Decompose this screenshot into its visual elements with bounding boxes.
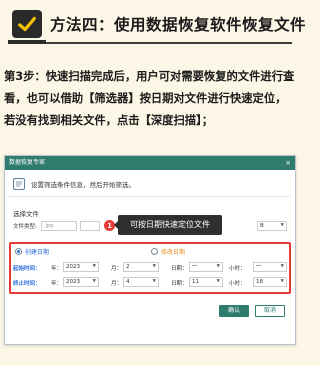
- start-year-select[interactable]: 2023 ▼: [63, 262, 99, 272]
- end-month-select[interactable]: 4 ▼: [123, 277, 159, 287]
- file-type-row: 文件类型: .jpg 最小: [13, 221, 116, 231]
- start-hour-select[interactable]: 一 ▼: [253, 262, 287, 272]
- article-header: 方法四：使用数据恢复软件恢复文件: [0, 0, 306, 52]
- start-day-select[interactable]: 一 ▼: [189, 262, 223, 272]
- end-time-row: 终止时间： 年： 2023 ▼ 月： 4 ▼ 日期： 11 ▼ 小时： 18 ▼: [13, 277, 289, 288]
- chevron-down-icon: ▼: [92, 264, 96, 269]
- date-type-radios: 创建日期 修改日期: [11, 246, 289, 258]
- end-year-select[interactable]: 2023 ▼: [63, 277, 99, 287]
- file-type-extra-input[interactable]: [79, 221, 100, 231]
- info-text: 设置筛选条件信息，然后开始筛选。: [31, 181, 135, 189]
- radio-created-date[interactable]: 创建日期: [15, 247, 49, 256]
- check-icon: [18, 16, 36, 32]
- confirm-button[interactable]: 确认: [219, 305, 249, 317]
- check-badge: [12, 10, 42, 38]
- start-month-unit: 月：: [111, 266, 123, 272]
- radio-dot-selected[interactable]: [15, 248, 22, 255]
- end-hour-unit: 小时：: [229, 281, 246, 287]
- start-year-value: 2023: [66, 264, 80, 270]
- end-year-value: 2023: [66, 279, 80, 285]
- radio-modified-label: 修改日期: [161, 249, 186, 256]
- filter-dialog: 数据恢复专家 × 设置筛选条件信息，然后开始筛选。 选择文件 文件类型: .jp…: [4, 155, 296, 345]
- end-day-value: 11: [192, 279, 199, 285]
- info-row: 设置筛选条件信息，然后开始筛选。: [13, 178, 135, 190]
- start-time-row: 起始时间： 年： 2023 ▼ 月： 2 ▼ 日期： 一 ▼ 小时： 一 ▼: [13, 262, 289, 273]
- end-day-unit: 日期：: [171, 281, 188, 287]
- chevron-down-icon: ▼: [280, 279, 284, 284]
- start-time-label: 起始时间：: [13, 266, 41, 272]
- end-month-unit: 月：: [111, 281, 123, 287]
- divider: [9, 196, 291, 197]
- chevron-down-icon: ▼: [280, 264, 284, 269]
- file-type-input[interactable]: .jpg: [40, 221, 77, 231]
- start-day-value: 一: [192, 264, 198, 270]
- chevron-down-icon: ▼: [92, 279, 96, 284]
- step-instructions: 第3步：快速扫描完成后，用户可对需要恢复的文件进行查看，也可以借助【筛选器】按日…: [4, 70, 295, 127]
- page-title: 方法四：使用数据恢复软件恢复文件: [50, 16, 307, 34]
- cancel-button[interactable]: 取消: [255, 305, 285, 317]
- start-day-unit: 日期：: [171, 266, 188, 272]
- start-month-value: 2: [126, 264, 130, 270]
- size-unit-value: B: [260, 223, 264, 229]
- filter-info-icon: [13, 178, 25, 190]
- title-divider-accent: [8, 40, 46, 44]
- file-type-label: 文件类型:: [13, 224, 37, 230]
- start-year-unit: 年：: [51, 266, 63, 272]
- radio-dot-unselected[interactable]: [151, 248, 158, 255]
- chevron-down-icon: ▼: [280, 223, 284, 228]
- radio-created-label: 创建日期: [25, 249, 50, 256]
- end-year-unit: 年：: [51, 281, 63, 287]
- date-filter-tooltip: 可按日期快速定位文件: [114, 215, 222, 235]
- end-time-label: 终止时间：: [13, 281, 41, 287]
- end-day-select[interactable]: 11 ▼: [189, 277, 223, 287]
- chevron-down-icon: ▼: [216, 264, 220, 269]
- end-hour-select[interactable]: 18 ▼: [253, 277, 287, 287]
- size-unit-select[interactable]: B ▼: [257, 221, 287, 231]
- dialog-titlebar: 数据恢复专家 ×: [5, 156, 295, 170]
- start-hour-unit: 小时：: [229, 266, 246, 272]
- end-hour-value: 18: [256, 279, 263, 285]
- section-title: 选择文件: [13, 210, 39, 218]
- start-hour-value: 一: [256, 264, 262, 270]
- end-month-value: 4: [126, 279, 130, 285]
- title-divider: [8, 42, 292, 44]
- start-month-select[interactable]: 2 ▼: [123, 262, 159, 272]
- dialog-title: 数据恢复专家: [9, 159, 46, 166]
- close-icon[interactable]: ×: [285, 156, 291, 170]
- chevron-down-icon: ▼: [152, 264, 156, 269]
- chevron-down-icon: ▼: [216, 279, 220, 284]
- radio-modified-date[interactable]: 修改日期: [151, 247, 185, 256]
- chevron-down-icon: ▼: [152, 279, 156, 284]
